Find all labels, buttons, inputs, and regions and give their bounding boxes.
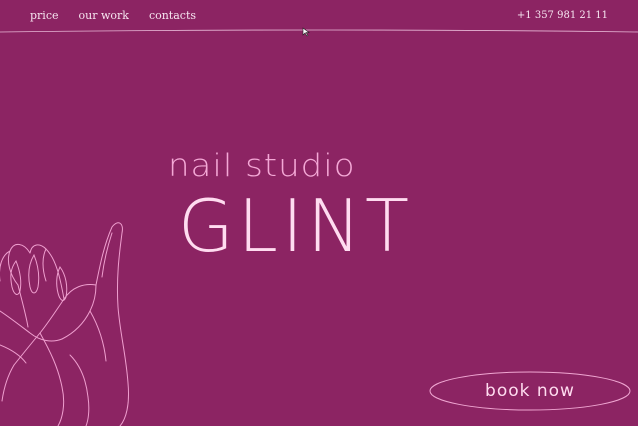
landing-page: price our work contacts +1 357 981 21 11… — [0, 0, 638, 426]
hands-line-illustration — [0, 222, 129, 426]
book-now-label: book now — [485, 381, 575, 401]
studio-subtitle: nail studio — [168, 147, 356, 185]
book-now-button[interactable]: book now — [428, 370, 632, 412]
mouse-pointer-icon — [302, 27, 310, 37]
header-divider-line — [0, 29, 638, 33]
brand-name: GLINT — [178, 184, 413, 268]
